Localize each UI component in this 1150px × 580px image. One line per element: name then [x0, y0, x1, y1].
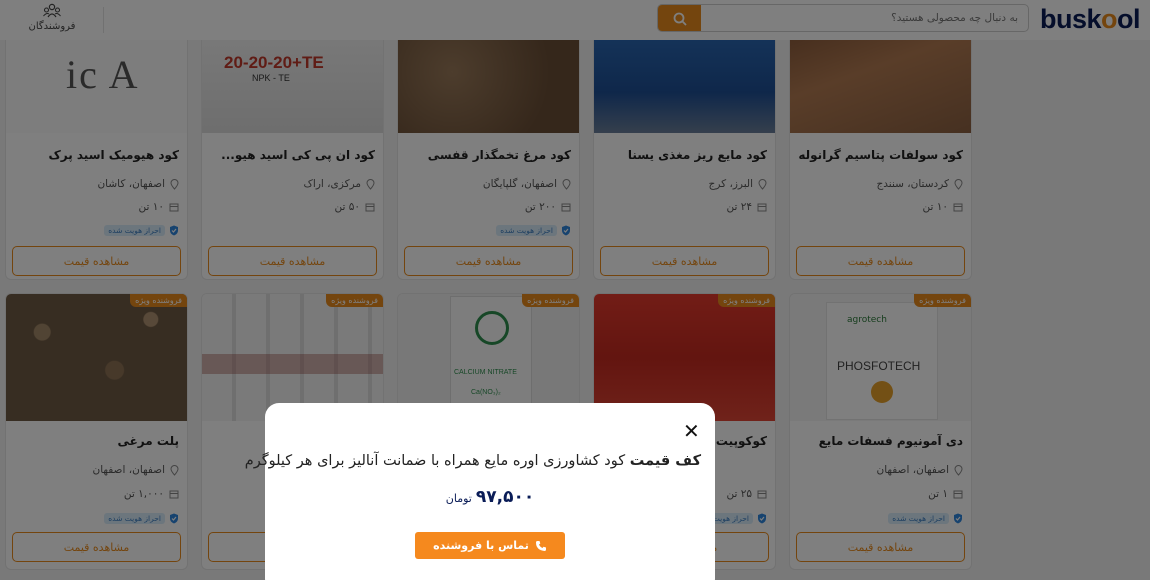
price-amount: ۹۷,۵۰۰ [475, 487, 535, 507]
phone-icon [535, 540, 546, 551]
contact-seller-button[interactable]: تماس با فروشنده [415, 532, 565, 559]
price-modal: ✕ کف قیمت کود کشاورزی اوره مایع همراه با… [245, 403, 715, 580]
modal-title: کف قیمت کود کشاورزی اوره مایع همراه با ض… [245, 453, 701, 469]
modal-price: ۹۷,۵۰۰تومان [265, 487, 715, 507]
modal-title-rest: کود کشاورزی اوره مایع همراه با ضمانت آنا… [244, 453, 630, 469]
price-currency: تومان [445, 492, 472, 505]
contact-seller-label: تماس با فروشنده [433, 539, 529, 552]
modal-title-bold: کف قیمت [629, 453, 701, 469]
close-icon[interactable]: ✕ [683, 421, 700, 441]
